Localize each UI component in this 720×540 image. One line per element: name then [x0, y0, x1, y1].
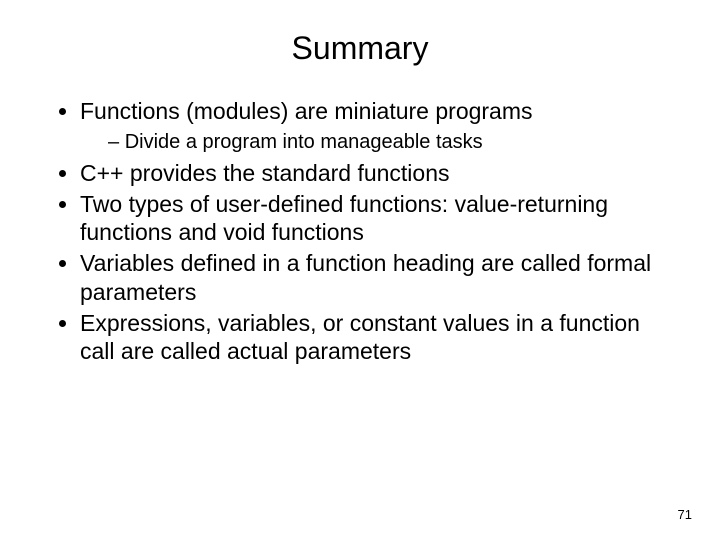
bullet-list: Functions (modules) are miniature progra… — [40, 97, 680, 366]
slide-title: Summary — [0, 0, 720, 97]
sub-bullet-item: Divide a program into manageable tasks — [108, 130, 680, 155]
slide: Summary Functions (modules) are miniatur… — [0, 0, 720, 540]
bullet-text: Two types of user-defined functions: val… — [80, 191, 608, 246]
bullet-text: Functions (modules) are miniature progra… — [80, 98, 533, 124]
slide-content: Functions (modules) are miniature progra… — [0, 97, 720, 366]
bullet-item: C++ provides the standard functions — [80, 159, 680, 188]
sub-bullet-list: Divide a program into manageable tasks — [80, 130, 680, 155]
bullet-text: C++ provides the standard functions — [80, 160, 450, 186]
bullet-text: Expressions, variables, or constant valu… — [80, 310, 640, 365]
bullet-item: Expressions, variables, or constant valu… — [80, 309, 680, 367]
bullet-text: Variables defined in a function heading … — [80, 250, 651, 305]
bullet-item: Two types of user-defined functions: val… — [80, 190, 680, 248]
bullet-item: Functions (modules) are miniature progra… — [80, 97, 680, 155]
bullet-item: Variables defined in a function heading … — [80, 249, 680, 307]
page-number: 71 — [678, 507, 692, 522]
sub-bullet-text: Divide a program into manageable tasks — [125, 131, 483, 153]
